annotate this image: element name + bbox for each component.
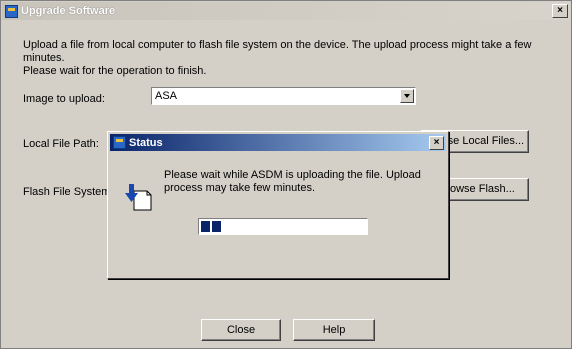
image-to-upload-select[interactable]: ASA (151, 87, 416, 105)
upload-file-icon (125, 182, 153, 212)
upload-progress-bar (198, 218, 368, 235)
status-message: Please wait while ASDM is uploading the … (164, 169, 421, 194)
image-select-value: ASA (155, 90, 178, 102)
image-to-upload-label: Image to upload: (23, 93, 105, 105)
progress-chunk (212, 221, 221, 232)
window-title: Upgrade Software (21, 5, 116, 17)
chevron-down-icon[interactable] (400, 89, 414, 103)
status-titlebar[interactable]: Status × (110, 134, 446, 151)
progress-chunk (201, 221, 210, 232)
app-icon (5, 4, 18, 18)
progress-fill (201, 221, 221, 232)
window-titlebar[interactable]: Upgrade Software × (2, 2, 570, 20)
upgrade-software-window: Upgrade Software × Upload a file from lo… (0, 0, 572, 349)
help-button[interactable]: Help (293, 319, 375, 341)
status-dialog: Status × Please wait while ASDM is uploa… (107, 131, 449, 279)
close-button[interactable]: Close (201, 319, 281, 341)
local-file-path-label: Local File Path: (23, 138, 99, 150)
window-close-button[interactable]: × (552, 4, 568, 18)
intro-text: Upload a file from local computer to fla… (23, 39, 532, 77)
status-title: Status (129, 136, 163, 149)
status-app-icon (113, 136, 126, 149)
status-close-button[interactable]: × (429, 136, 444, 150)
